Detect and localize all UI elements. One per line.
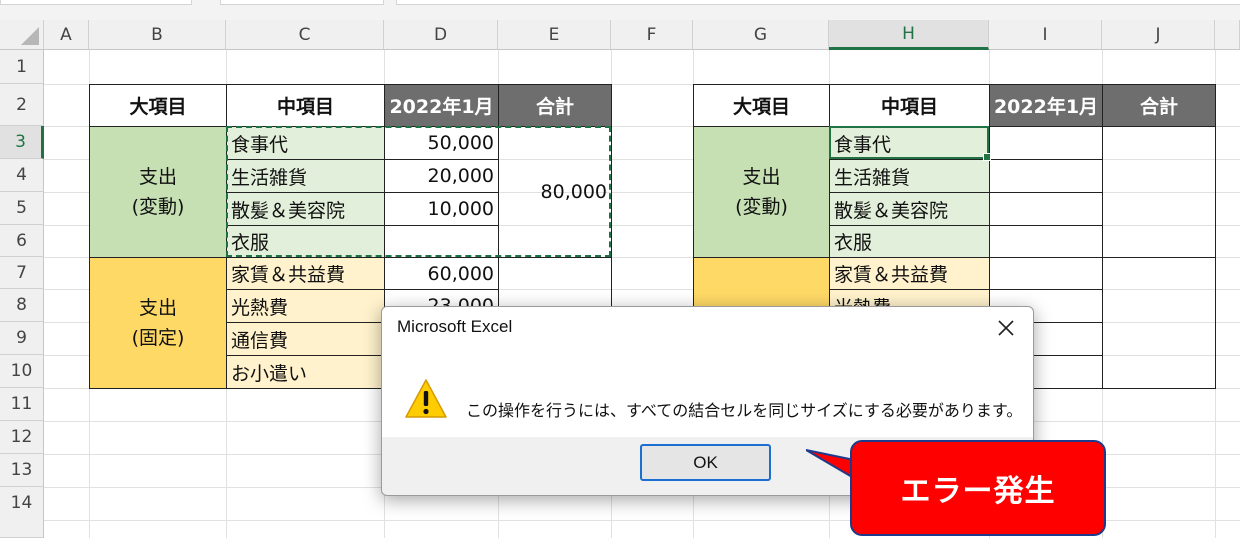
select-all-corner[interactable] — [0, 20, 44, 50]
left-header-total[interactable]: 合計 — [498, 84, 612, 127]
ribbon-fragment — [0, 0, 192, 5]
column-header-d[interactable]: D — [384, 20, 498, 50]
group-label: 支出 — [138, 166, 177, 188]
row-header-13[interactable]: 13 — [0, 454, 44, 487]
row-header-4[interactable]: 4 — [0, 159, 44, 192]
right-header-subcategory[interactable]: 中項目 — [829, 84, 990, 127]
row-header-3[interactable]: 3 — [0, 126, 44, 159]
group-label-sub: (変動) — [131, 196, 185, 218]
row-header-1[interactable]: 1 — [0, 50, 44, 84]
row-header-11[interactable]: 11 — [0, 388, 44, 421]
left-header-subcategory[interactable]: 中項目 — [226, 84, 385, 127]
left-header-month[interactable]: 2022年1月 — [384, 84, 499, 127]
row-header-5[interactable]: 5 — [0, 192, 44, 225]
column-header-h[interactable]: H — [829, 20, 989, 50]
column-header-c[interactable]: C — [226, 20, 384, 50]
ok-button[interactable]: OK — [640, 444, 771, 481]
right-value-cell[interactable] — [989, 225, 1103, 258]
left-item-cell[interactable]: 食事代 — [226, 126, 385, 160]
right-item-cell[interactable]: 衣服 — [829, 225, 990, 258]
column-header-i[interactable]: I — [989, 20, 1102, 50]
left-value-cell[interactable]: 10,000 — [384, 192, 499, 226]
left-value-cell[interactable]: 60,000 — [384, 257, 499, 290]
row-header-8[interactable]: 8 — [0, 289, 44, 322]
right-total-variable[interactable] — [1102, 126, 1216, 258]
right-group-variable[interactable]: 支出 (変動) — [693, 126, 830, 258]
row-header-7[interactable]: 7 — [0, 257, 44, 289]
row-header-12[interactable]: 12 — [0, 421, 44, 454]
warning-icon — [404, 377, 448, 425]
left-item-cell[interactable]: 通信費 — [226, 322, 385, 356]
left-value-cell[interactable]: 20,000 — [384, 159, 499, 193]
column-header-b[interactable]: B — [89, 20, 226, 50]
right-value-cell[interactable] — [989, 126, 1103, 160]
right-header-category[interactable]: 大項目 — [693, 84, 830, 127]
dialog-title: Microsoft Excel — [397, 317, 513, 336]
close-icon[interactable] — [991, 313, 1021, 343]
fill-handle[interactable] — [983, 153, 991, 161]
right-header-total[interactable]: 合計 — [1102, 84, 1216, 127]
column-header-k[interactable] — [1215, 20, 1240, 50]
dialog-message: この操作を行うには、すべての結合セルを同じサイズにする必要があります。 — [466, 401, 1023, 420]
group-label-sub: (変動) — [735, 196, 788, 218]
row-header-10[interactable]: 10 — [0, 355, 44, 388]
row-header-14[interactable]: 14 — [0, 487, 44, 538]
left-item-cell[interactable]: 生活雑貨 — [226, 159, 385, 193]
dialog-body: この操作を行うには、すべての結合セルを同じサイズにする必要があります。 — [382, 351, 1033, 437]
column-header-f[interactable]: F — [611, 20, 693, 50]
left-total-variable[interactable]: 80,000 — [498, 126, 612, 258]
right-header-month[interactable]: 2022年1月 — [989, 84, 1103, 127]
left-group-fixed[interactable]: 支出 (固定) — [89, 257, 227, 389]
group-label-sub: (固定) — [131, 327, 185, 349]
column-header-a[interactable]: A — [44, 20, 89, 50]
right-value-cell[interactable] — [989, 159, 1103, 193]
error-callout: エラー発生 — [850, 440, 1106, 536]
left-item-cell[interactable]: 散髪＆美容院 — [226, 192, 385, 226]
right-value-cell[interactable] — [989, 192, 1103, 226]
formula-bar-edge — [396, 0, 1240, 5]
right-total-fixed[interactable] — [1102, 257, 1216, 389]
ribbon-strip — [0, 0, 1240, 20]
group-label: 支出 — [138, 297, 177, 319]
left-item-cell[interactable]: 衣服 — [226, 225, 385, 258]
row-header-2[interactable]: 2 — [0, 84, 44, 126]
left-value-cell[interactable]: 50,000 — [384, 126, 499, 160]
ribbon-fragment — [220, 0, 384, 5]
callout-text: エラー発生 — [900, 474, 1056, 509]
group-label: 支出 — [742, 166, 781, 188]
right-item-cell[interactable]: 家賃＆共益費 — [829, 257, 990, 290]
right-item-cell[interactable]: 生活雑貨 — [829, 159, 990, 193]
left-item-cell[interactable]: 光熱費 — [226, 289, 385, 323]
left-header-category[interactable]: 大項目 — [89, 84, 227, 127]
left-value-cell[interactable] — [384, 225, 499, 258]
right-value-cell[interactable] — [989, 257, 1103, 290]
row-header-6[interactable]: 6 — [0, 225, 44, 257]
row-header-9[interactable]: 9 — [0, 322, 44, 355]
left-group-variable[interactable]: 支出 (変動) — [89, 126, 227, 258]
right-item-cell[interactable]: 散髪＆美容院 — [829, 192, 990, 226]
column-header-j[interactable]: J — [1102, 20, 1215, 50]
left-item-cell[interactable]: 家賃＆共益費 — [226, 257, 385, 290]
active-cell-h3[interactable] — [829, 126, 991, 161]
dialog-titlebar[interactable]: Microsoft Excel — [382, 307, 1033, 351]
left-item-cell[interactable]: お小遣い — [226, 355, 385, 389]
column-header-g[interactable]: G — [693, 20, 829, 50]
column-header-e[interactable]: E — [498, 20, 611, 50]
